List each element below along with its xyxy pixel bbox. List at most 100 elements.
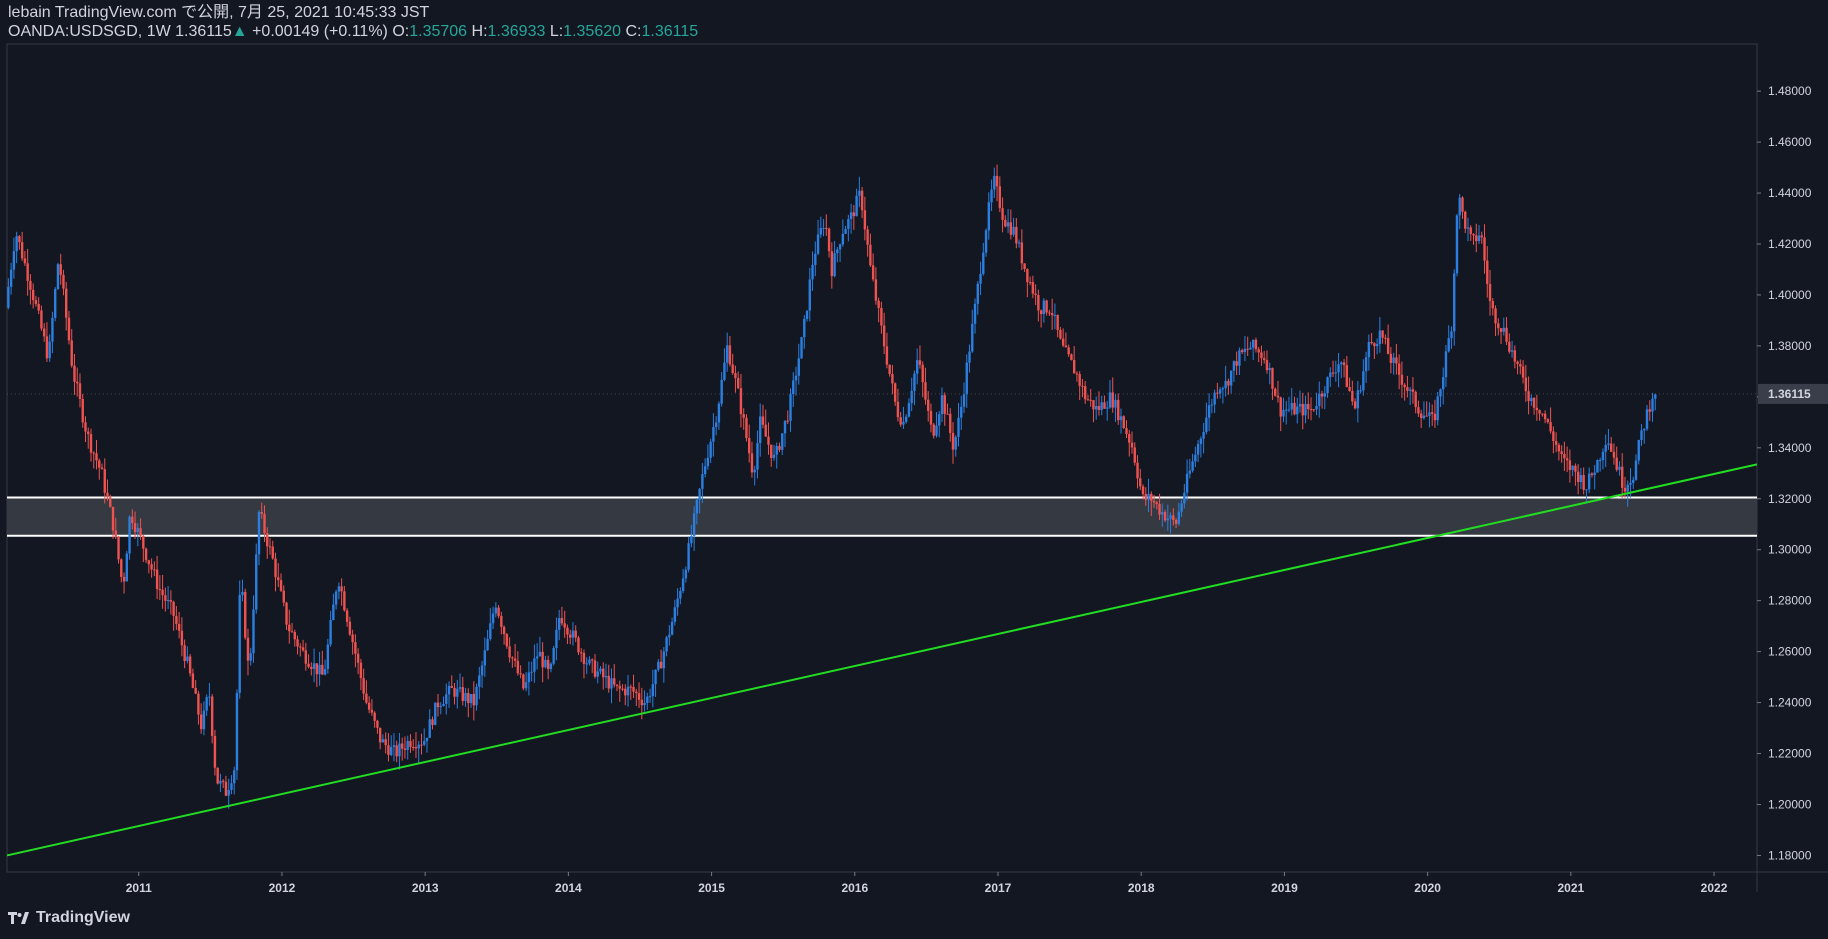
time-axis[interactable]: 2011 2012 2013 2014 2015 2016 2017 2018 2019 2020…: [126, 872, 1728, 895]
candle-body: [888, 364, 891, 375]
candle-body: [1117, 399, 1120, 421]
candle-body: [1618, 466, 1621, 470]
candle-up: [48, 334, 51, 362]
candle-down: [1554, 432, 1558, 453]
candle-body: [1169, 515, 1172, 519]
candle-body: [1453, 273, 1456, 332]
candle-down: [384, 732, 387, 754]
candle-body: [53, 289, 57, 318]
candle-body: [139, 528, 142, 536]
candle-body: [833, 253, 836, 277]
candle-body: [998, 186, 1002, 209]
candle-body: [279, 580, 283, 591]
candle-body: [312, 663, 316, 669]
candle-body: [227, 789, 230, 796]
candle-down: [1125, 420, 1128, 439]
candle-body: [1524, 377, 1528, 392]
candle-body: [1243, 348, 1247, 353]
candle-up: [219, 773, 222, 793]
candle-body: [464, 693, 467, 701]
candle-up: [423, 728, 426, 747]
candle-up: [803, 315, 806, 349]
candle-up: [990, 179, 993, 212]
candle-down: [615, 684, 619, 692]
candle-down: [1020, 229, 1024, 270]
candle-up: [838, 243, 842, 262]
candle-body: [1238, 350, 1241, 366]
candle-up: [960, 395, 963, 430]
candle-body: [307, 663, 310, 667]
candle-up: [819, 216, 823, 238]
candle-down: [1139, 468, 1142, 491]
support-zone[interactable]: [7, 496, 1757, 537]
candle-body: [1155, 502, 1158, 505]
candle-body: [1433, 413, 1437, 421]
candle-body: [384, 739, 387, 746]
candle-down: [624, 684, 627, 706]
candle-up: [1095, 396, 1098, 420]
candle-body: [665, 637, 668, 652]
candle-body: [235, 692, 239, 771]
candle-down: [1648, 400, 1651, 421]
candle-body: [456, 688, 459, 697]
candle-body: [593, 660, 597, 677]
candle-down: [373, 711, 376, 728]
x-tick-label: 2018: [1128, 881, 1155, 895]
candle-body: [819, 228, 823, 235]
candle-body: [387, 745, 390, 755]
candle-body: [629, 686, 632, 688]
candle-up: [1340, 361, 1343, 379]
footer-brand[interactable]: TradingView: [8, 909, 130, 927]
candle-down: [522, 673, 525, 691]
candle-down: [1097, 391, 1101, 416]
candle-body: [318, 664, 321, 675]
candle-down: [224, 775, 228, 797]
candle-body: [95, 453, 98, 461]
candle-body: [731, 364, 734, 374]
candle-up: [1296, 397, 1299, 424]
candle-down: [194, 680, 197, 695]
candle-up: [789, 388, 792, 432]
candle-down: [274, 552, 277, 592]
candle-down: [566, 624, 569, 645]
candle-body: [469, 694, 473, 704]
candle-body: [679, 591, 682, 599]
candle-body: [533, 658, 536, 672]
candle-down: [1023, 263, 1026, 272]
candle-down: [500, 611, 503, 635]
candle-body: [993, 175, 996, 190]
candle-up: [681, 568, 685, 594]
candle-down: [1532, 397, 1536, 415]
candle-body: [728, 345, 732, 365]
candle-down: [315, 663, 319, 688]
candle-down: [1524, 364, 1528, 402]
candle-body: [153, 569, 156, 571]
candle-down: [1568, 449, 1572, 483]
candle-down: [376, 719, 379, 734]
candle-down: [213, 729, 217, 776]
candle-body: [290, 631, 294, 633]
candle-body: [412, 747, 415, 749]
price-chart[interactable]: 1.48000 1.46000 1.44000 1.42000 1.40000 1.380…: [0, 0, 1828, 939]
candle-down: [1494, 305, 1497, 337]
candle-body: [1392, 357, 1395, 363]
candle-body: [541, 651, 544, 668]
candle-up: [1205, 402, 1208, 435]
candle-down: [591, 658, 594, 674]
candle-body: [1516, 361, 1519, 365]
candle-body: [924, 382, 927, 400]
candle-body: [389, 746, 393, 755]
candle-down: [1039, 309, 1043, 328]
candle-body: [535, 656, 539, 659]
candle-body: [1651, 398, 1654, 412]
price-axis[interactable]: 1.48000 1.46000 1.44000 1.42000 1.40000 1.380…: [1757, 84, 1828, 862]
candle-body: [301, 647, 305, 651]
y-tick-label: 1.42000: [1768, 237, 1812, 251]
candle-up: [907, 398, 911, 418]
candle-body: [932, 424, 935, 436]
candle-down: [1072, 346, 1076, 374]
candle-up: [1268, 362, 1271, 385]
candle-down: [92, 451, 95, 469]
candle-up: [797, 343, 800, 385]
candle-up: [1436, 391, 1439, 426]
